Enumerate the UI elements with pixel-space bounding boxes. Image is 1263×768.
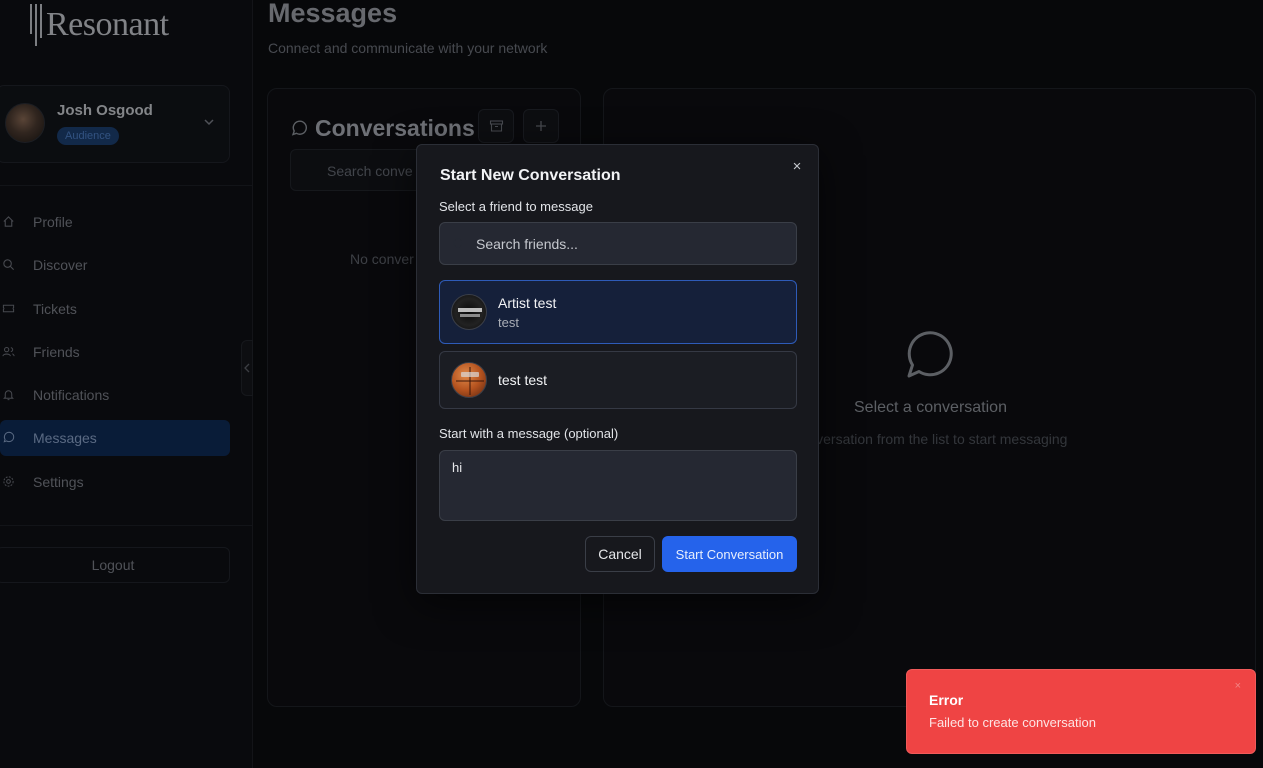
message-label: Start with a message (optional) <box>439 426 619 441</box>
friend-option[interactable]: test test <box>439 351 797 409</box>
start-conversation-button[interactable]: Start Conversation <box>662 536 797 572</box>
friend-name: test test <box>498 372 548 388</box>
search-icon <box>453 238 463 248</box>
message-textarea[interactable]: hi <box>439 450 797 521</box>
avatar <box>451 362 487 398</box>
cancel-button[interactable]: Cancel <box>585 536 655 572</box>
band-logo-icon <box>458 308 482 317</box>
new-conversation-dialog: Start New Conversation × Select a friend… <box>416 144 819 594</box>
friend-name: Artist test <box>498 295 557 311</box>
close-icon[interactable]: × <box>789 159 805 175</box>
dialog-title: Start New Conversation <box>440 167 621 184</box>
avatar <box>451 294 487 330</box>
friend-username: test <box>498 315 519 330</box>
error-toast: Error Failed to create conversation × <box>906 669 1256 754</box>
friend-search-placeholder: Search friends... <box>476 236 578 252</box>
basketball-icon <box>456 367 484 395</box>
toast-message: Failed to create conversation <box>929 715 1096 730</box>
toast-title: Error <box>929 692 964 708</box>
close-icon[interactable]: × <box>1235 680 1241 692</box>
friend-select-label: Select a friend to message <box>439 199 593 214</box>
friend-option[interactable]: Artist test test <box>439 280 797 344</box>
friend-search-input[interactable]: Search friends... <box>439 222 797 265</box>
